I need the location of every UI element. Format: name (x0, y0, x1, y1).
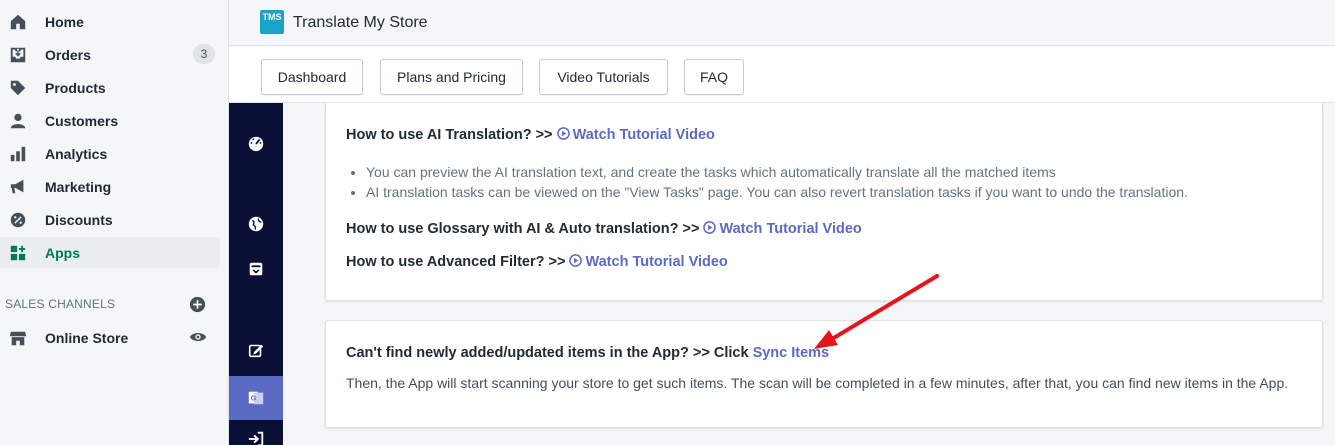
person-icon (10, 113, 26, 129)
glossary-question: How to use Glossary with AI & Auto trans… (346, 221, 862, 237)
list-item: You can preview the AI translation text,… (366, 163, 1188, 183)
svg-text:G: G (251, 394, 257, 403)
discount-icon (10, 212, 26, 228)
nav-label: Discounts (45, 211, 113, 228)
orders-icon (10, 47, 26, 63)
nav-item-orders[interactable]: Orders 3 (0, 39, 220, 70)
app-tab-bar: Dashboard Plans and Pricing Video Tutori… (229, 47, 1335, 103)
tab-faq[interactable]: FAQ (684, 59, 744, 95)
sales-channels-heading: SALES CHANNELS (5, 297, 116, 311)
edit-icon[interactable] (247, 341, 265, 359)
ai-translation-notes: You can preview the AI translation text,… (366, 163, 1188, 203)
shopify-sidebar: Home Orders 3 Products Customers Analyti… (0, 0, 229, 445)
nav-item-discounts[interactable]: Discounts (0, 204, 220, 235)
app-icon-rail: G (229, 103, 283, 445)
nav-label: Products (45, 79, 106, 96)
sync-items-link[interactable]: Sync Items (753, 345, 830, 361)
eye-icon[interactable] (189, 330, 207, 344)
globe-icon[interactable] (247, 215, 265, 233)
nav-item-marketing[interactable]: Marketing (0, 171, 220, 202)
tutorial-card: How to use AI Translation? >> Watch Tuto… (325, 103, 1323, 301)
tab-video-tutorials[interactable]: Video Tutorials (539, 59, 668, 95)
ai-translation-question: How to use AI Translation? >> Watch Tuto… (346, 127, 715, 143)
nav-label: Orders (45, 46, 91, 63)
megaphone-icon (10, 179, 24, 194)
app-header: TMS Translate My Store (229, 0, 1335, 46)
store-icon (9, 331, 27, 346)
play-circle-icon (703, 221, 717, 234)
nav-label: Analytics (45, 145, 108, 162)
sync-description: Then, the App will start scanning your s… (346, 375, 1289, 391)
dashboard-gauge-icon[interactable] (247, 134, 265, 152)
sync-question: Can't find newly added/updated items in … (346, 345, 830, 361)
sign-in-icon[interactable] (247, 430, 265, 445)
nav-item-apps[interactable]: Apps (0, 237, 220, 268)
play-circle-icon (556, 127, 570, 140)
nav-item-online-store[interactable]: Online Store (0, 322, 220, 353)
advanced-filter-question: How to use Advanced Filter? >> Watch Tut… (346, 254, 728, 270)
app-title: Translate My Store (293, 14, 428, 31)
ai-translation-video-link[interactable]: Watch Tutorial Video (556, 127, 715, 143)
nav-item-analytics[interactable]: Analytics (0, 138, 220, 169)
orders-count-badge: 3 (193, 44, 215, 64)
tab-dashboard[interactable]: Dashboard (261, 59, 363, 95)
translate-icon: G (248, 391, 264, 405)
advanced-filter-video-link[interactable]: Watch Tutorial Video (569, 254, 728, 270)
tag-icon (10, 80, 26, 96)
rail-active-item[interactable]: G (229, 376, 283, 420)
glossary-video-link[interactable]: Watch Tutorial Video (703, 221, 862, 237)
sync-items-card: Can't find newly added/updated items in … (325, 320, 1323, 428)
list-item: AI translation tasks can be viewed on th… (366, 183, 1188, 203)
nav-label: Home (45, 13, 84, 30)
nav-label: Customers (45, 112, 119, 129)
app-logo: TMS (260, 10, 284, 34)
tab-plans-and-pricing[interactable]: Plans and Pricing (380, 59, 523, 95)
nav-item-products[interactable]: Products (0, 72, 220, 103)
add-sales-channel-icon[interactable] (189, 296, 206, 313)
apps-icon (10, 245, 26, 261)
nav-item-customers[interactable]: Customers (0, 105, 220, 136)
nav-label: Marketing (45, 178, 112, 195)
play-circle-icon (569, 254, 583, 267)
nav-label: Online Store (45, 329, 129, 346)
home-icon (10, 14, 26, 30)
nav-item-home[interactable]: Home (0, 6, 220, 37)
bar-chart-icon (10, 146, 26, 162)
archive-box-icon[interactable] (247, 260, 265, 278)
nav-label: Apps (45, 244, 80, 261)
